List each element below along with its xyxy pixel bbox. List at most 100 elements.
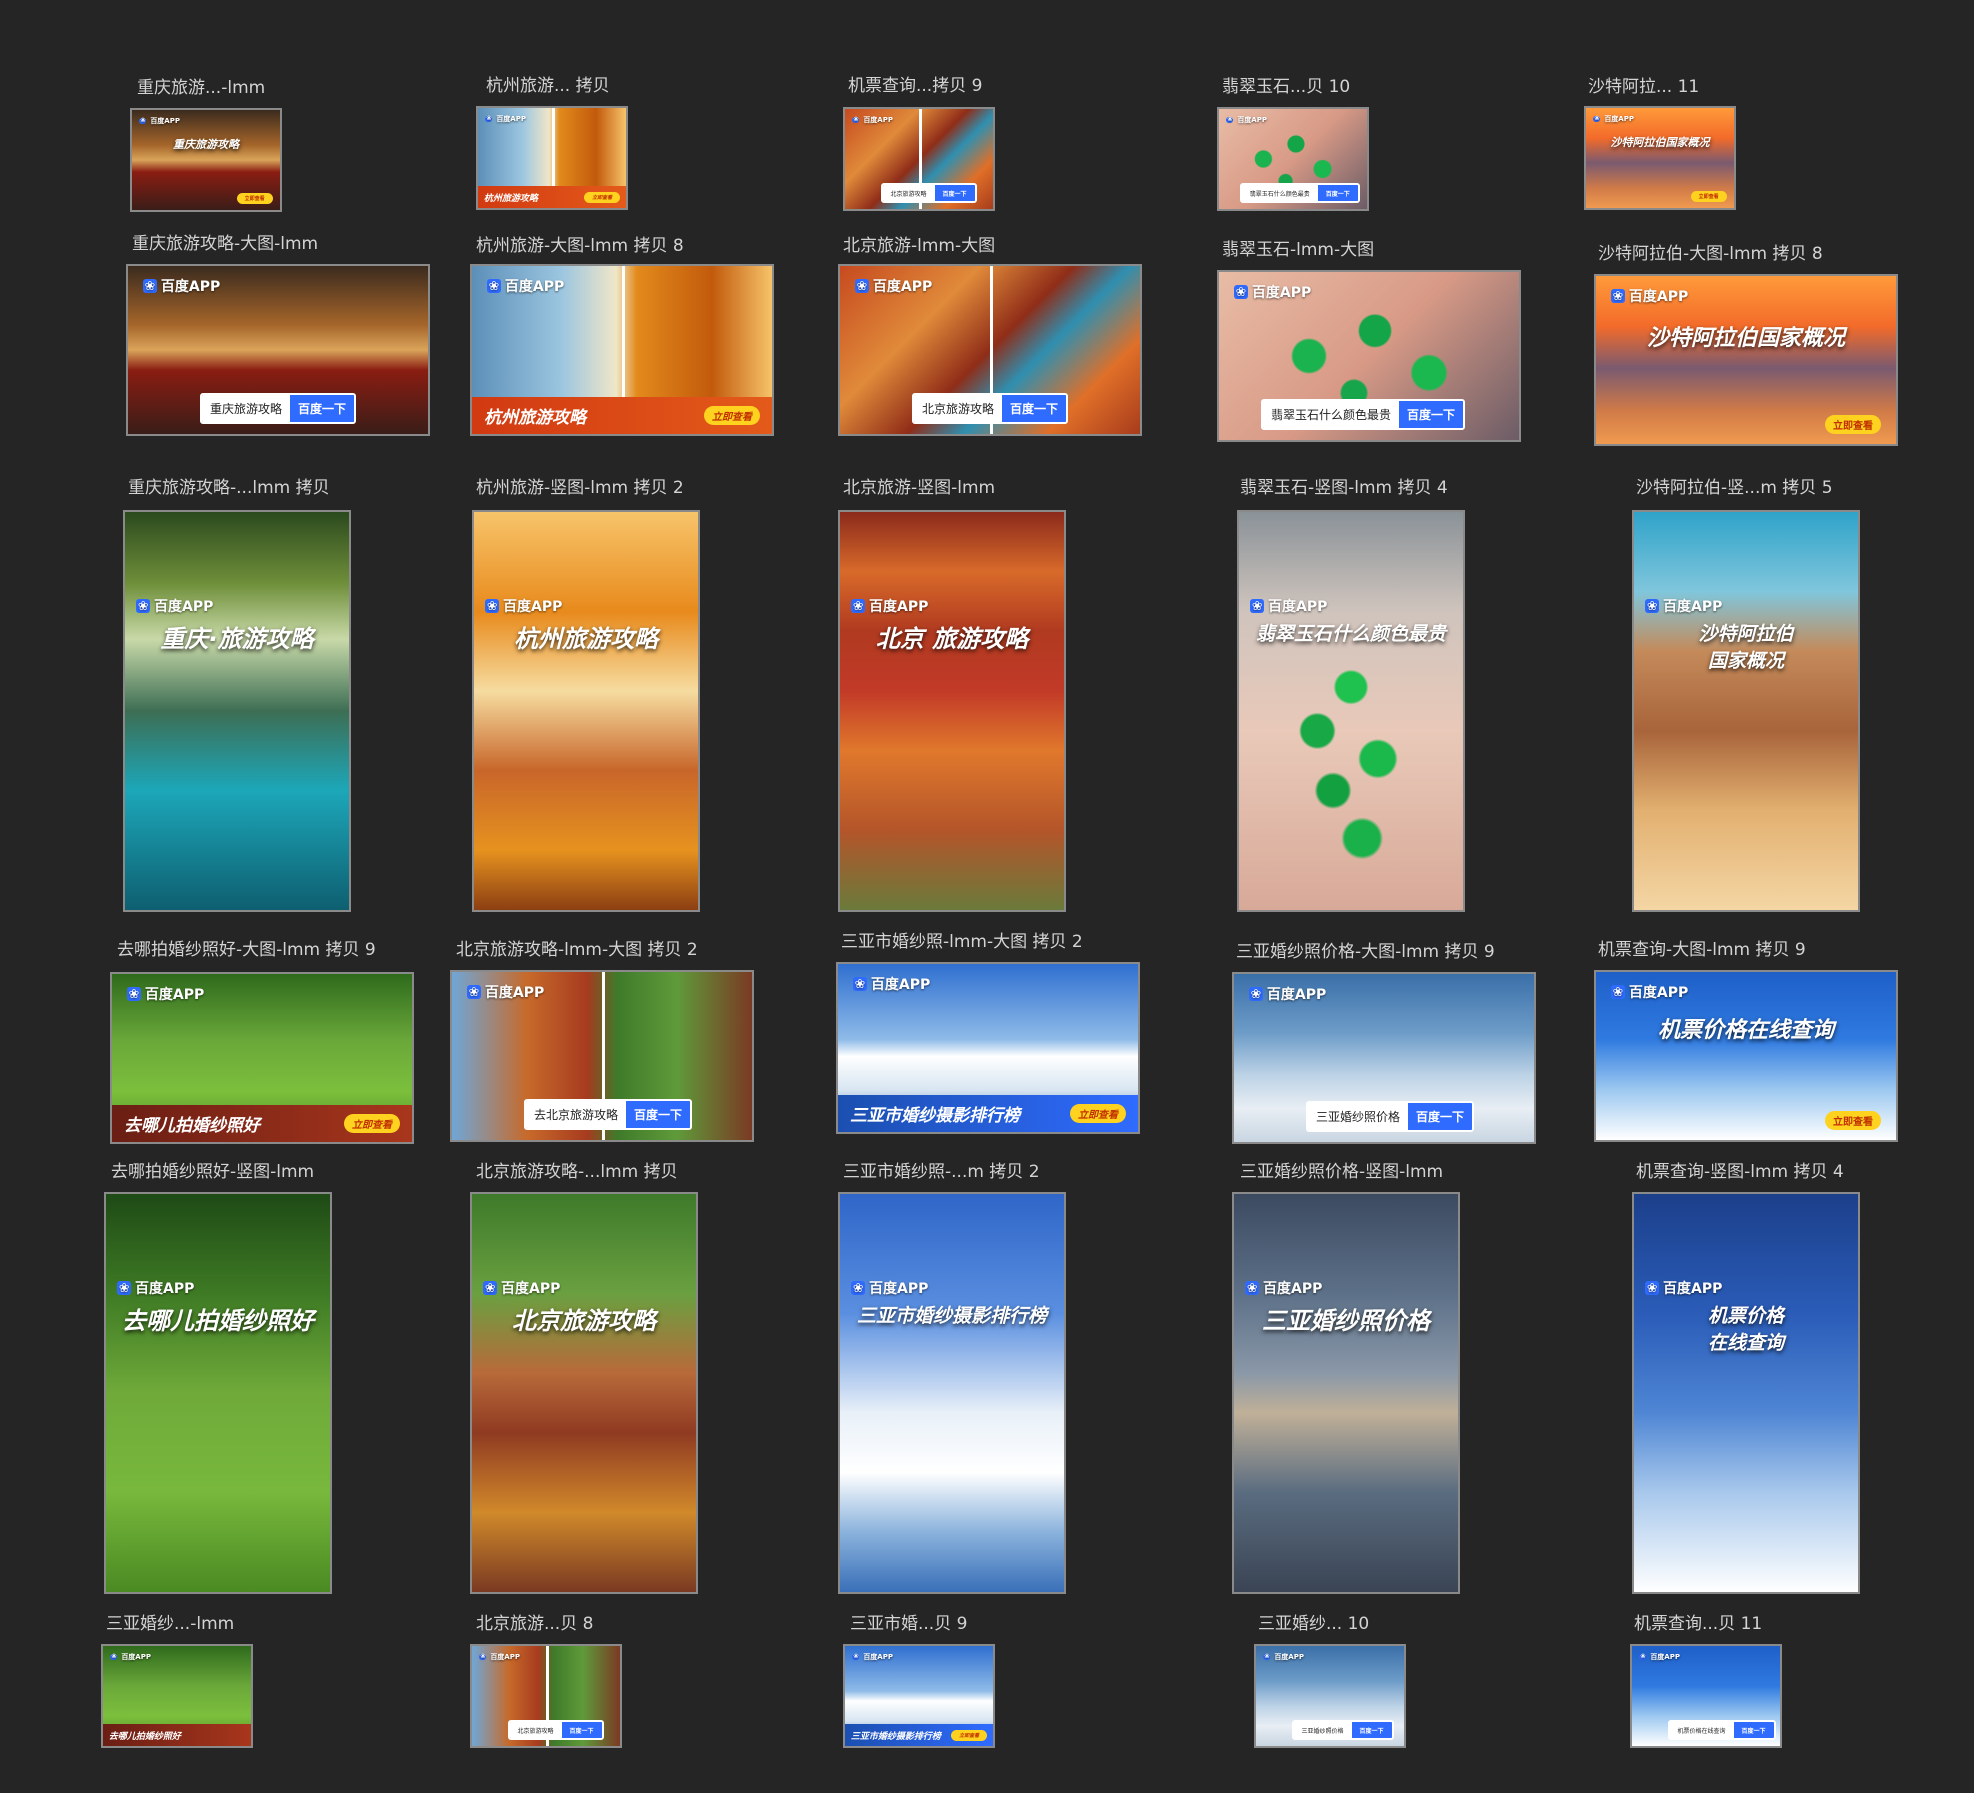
brand-logo: ❀ 百度APP [1234,282,1311,302]
cta-button: 立即查看 [1825,1110,1881,1130]
brand-name: 百度APP [154,598,214,615]
artboard-thumbnail[interactable]: ❀ 百度APP 三亚市婚纱摄影排行榜 [838,1192,1066,1594]
artboard-thumbnail[interactable]: ❀ 百度APP 北京旅游攻略 百度一下 [470,1644,622,1748]
brand-name: 百度APP [872,279,933,296]
artboard-caption[interactable]: 北京旅游...贝 8 [476,1614,593,1634]
artboard-thumbnail[interactable]: ❀ 百度APP 翡翠玉石什么颜色最贵 百度一下 [1217,270,1521,442]
artboard-caption[interactable]: 翡翠玉石...贝 10 [1222,77,1350,97]
artboard-caption[interactable]: 三亚婚纱... 10 [1258,1614,1369,1634]
artboard-thumbnail[interactable]: ❀ 百度APP 沙特阿拉伯国家概况 立即查看 [1584,106,1736,210]
ad-headline: 翡翠玉石什么颜色最贵 [1255,623,1446,646]
artboard-caption[interactable]: 重庆旅游攻略-大图-lmm [132,234,318,254]
artboard-caption[interactable]: 重庆旅游攻略-...lmm 拷贝 [128,478,330,498]
brand-logo: ❀ 百度APP [855,276,932,296]
artboard-caption[interactable]: 去哪拍婚纱照好-大图-lmm 拷贝 9 [117,940,376,960]
artboard-thumbnail[interactable]: ❀ 百度APP 去哪儿拍婚纱照好 立即查看 [110,972,414,1144]
ad-bottom-bar: 去哪儿拍婚纱照好 [103,1724,251,1746]
brand-name: 百度APP [160,279,221,296]
brand-name: 百度APP [504,279,565,296]
artboard-caption[interactable]: 沙特阿拉伯-大图-lmm 拷贝 8 [1598,244,1823,264]
brand-name: 百度APP [863,116,893,124]
artboard-thumbnail[interactable]: ❀ 百度APP 机票价格在线查询 百度一下 [1630,1644,1782,1748]
artboard-caption[interactable]: 杭州旅游... 拷贝 [486,76,610,96]
artboard-caption[interactable]: 三亚市婚...贝 9 [850,1614,967,1634]
artboard-caption[interactable]: 三亚市婚纱照-...m 拷贝 2 [843,1162,1040,1182]
artboard-thumbnail[interactable]: ❀ 百度APP 三亚市婚纱摄影排行榜 立即查看 [836,962,1140,1134]
ad-headline: 北京旅游攻略 [512,1307,656,1336]
artboard-thumbnail[interactable]: ❀ 百度APP 三亚婚纱照价格 [1232,1192,1460,1594]
artboard-caption[interactable]: 北京旅游攻略-lmm-大图 拷贝 2 [456,940,698,960]
artboard-caption[interactable]: 沙特阿拉伯-竖...m 拷贝 5 [1636,478,1833,498]
brand-logo: ❀ 百度APP [483,1278,560,1298]
artboard-caption[interactable]: 去哪拍婚纱照好-竖图-lmm [111,1162,314,1182]
artboard-thumbnail[interactable]: ❀ 百度APP 杭州旅游攻略 [472,510,700,912]
artboard-caption[interactable]: 沙特阿拉... 11 [1588,77,1699,97]
artboard-thumbnail[interactable]: ❀ 百度APP 重庆旅游攻略 立即查看 [130,108,282,212]
artboard-thumbnail[interactable]: ❀ 百度APP 重庆旅游攻略 百度一下 [126,264,430,436]
artboard-caption[interactable]: 重庆旅游...-lmm [137,78,265,98]
baidu-paw-icon: ❀ [485,597,500,613]
artboard-caption[interactable]: 三亚婚纱...-lmm [106,1614,234,1634]
search-box: 北京旅游攻略 百度一下 [912,393,1069,424]
artboard-caption[interactable]: 三亚婚纱照价格-大图-lmm 拷贝 9 [1236,942,1495,962]
ad-headline: 三亚市婚纱摄影排行榜 [856,1305,1047,1328]
artboard-thumbnail[interactable]: ❀ 百度APP 翡翠玉石什么颜色最贵 [1237,510,1465,912]
baidu-paw-icon: ❀ [139,116,147,125]
artboard-thumbnail[interactable]: ❀ 百度APP 机票价格在线查询立即查看 [1594,970,1898,1142]
artboard-caption[interactable]: 北京旅游攻略-...lmm 拷贝 [476,1162,678,1182]
brand-name: 百度APP [1274,1653,1304,1661]
ad-headline: 沙特阿拉伯国家概况 [1646,325,1845,351]
ad-photo [840,512,1064,910]
brand-logo: ❀ 百度APP [1611,982,1688,1002]
artboard-thumbnail[interactable]: ❀ 百度APP 沙特阿拉伯国家概况 立即查看 [1594,274,1898,446]
brand-logo: ❀ 百度APP [1611,286,1688,306]
artboard-thumbnail[interactable]: ❀ 百度APP 去哪儿拍婚纱照好 [101,1644,253,1748]
baidu-paw-icon: ❀ [852,1652,860,1661]
artboard-caption[interactable]: 北京旅游-lmm-大图 [843,236,995,256]
artboard-thumbnail[interactable]: ❀ 百度APP 重庆·旅游攻略 [123,510,351,912]
brand-logo: ❀ 百度APP [139,116,180,126]
artboard-caption[interactable]: 翡翠玉石-lmm-大图 [1222,240,1374,260]
artboard-thumbnail[interactable]: ❀ 百度APP 去哪儿拍婚纱照好 [104,1192,332,1594]
search-query: 北京旅游攻略 [509,1722,562,1738]
search-button: 百度一下 [1317,185,1358,201]
artboard-caption[interactable]: 机票查询-竖图-lmm 拷贝 4 [1636,1162,1844,1182]
brand-logo: ❀ 百度APP [1263,1652,1304,1662]
search-query: 北京旅游攻略 [914,395,1003,422]
artboard-thumbnail[interactable]: ❀ 百度APP 北京旅游攻略 百度一下 [843,107,995,211]
ad-photo [840,1194,1064,1592]
artboard-thumbnail[interactable]: ❀ 百度APP 沙特阿拉伯 国家概况 [1632,510,1860,912]
cta-button: 立即查看 [951,1729,988,1741]
artboard-thumbnail[interactable]: ❀ 百度APP 北京旅游攻略 百度一下 [838,264,1142,436]
artboard-thumbnail[interactable]: ❀ 百度APP 北京旅游攻略 [470,1192,698,1594]
brand-logo: ❀ 百度APP [1639,1652,1680,1662]
artboard-thumbnail[interactable]: ❀ 百度APP 杭州旅游攻略 立即查看 [476,106,628,210]
brand-name: 百度APP [144,987,205,1004]
ad-bottom-bar: 三亚市婚纱摄影排行榜 立即查看 [838,1095,1138,1132]
search-button: 百度一下 [1351,1722,1392,1738]
brand-logo: ❀ 百度APP [851,596,928,616]
artboard-caption[interactable]: 机票查询...拷贝 9 [848,76,982,96]
artboard-thumbnail[interactable]: ❀ 百度APP 三亚婚纱照价格 百度一下 [1232,972,1536,1144]
artboard-thumbnail[interactable]: ❀ 百度APP 三亚婚纱照价格 百度一下 [1254,1644,1406,1748]
brand-logo: ❀ 百度APP [136,596,213,616]
artboard-thumbnail[interactable]: ❀ 百度APP 机票价格 在线查询 [1632,1192,1860,1594]
artboard-thumbnail[interactable]: ❀ 百度APP 三亚市婚纱摄影排行榜 立即查看 [843,1644,995,1748]
ad-headline: 机票价格在线查询 [1657,1018,1834,1044]
artboard-thumbnail[interactable]: ❀ 百度APP 北京 旅游攻略 [838,510,1066,912]
artboard-caption[interactable]: 三亚婚纱照价格-竖图-lmm [1240,1162,1443,1182]
brand-logo: ❀ 百度APP [1645,1278,1722,1298]
artboard-caption[interactable]: 翡翠玉石-竖图-lmm 拷贝 4 [1240,478,1448,498]
artboard-caption[interactable]: 三亚市婚纱照-lmm-大图 拷贝 2 [841,932,1083,952]
artboard-thumbnail[interactable]: ❀ 百度APP 杭州旅游攻略 立即查看 [470,264,774,436]
artboard-caption[interactable]: 机票查询...贝 11 [1634,1614,1762,1634]
ad-bar-text: 三亚市婚纱摄影排行榜 [850,1106,1020,1127]
baidu-paw-icon: ❀ [1611,984,1625,1000]
artboard-caption[interactable]: 杭州旅游-大图-lmm 拷贝 8 [476,236,684,256]
artboard-thumbnail[interactable]: ❀ 百度APP 去北京旅游攻略 百度一下 [450,970,754,1142]
artboard-caption[interactable]: 北京旅游-竖图-lmm [843,478,995,498]
artboard-thumbnail[interactable]: ❀ 百度APP 翡翠玉石什么颜色最贵 百度一下 [1217,107,1369,211]
artboard-caption[interactable]: 杭州旅游-竖图-lmm 拷贝 2 [476,478,684,498]
brand-name: 百度APP [1650,1653,1680,1661]
artboard-caption[interactable]: 机票查询-大图-lmm 拷贝 9 [1598,940,1806,960]
